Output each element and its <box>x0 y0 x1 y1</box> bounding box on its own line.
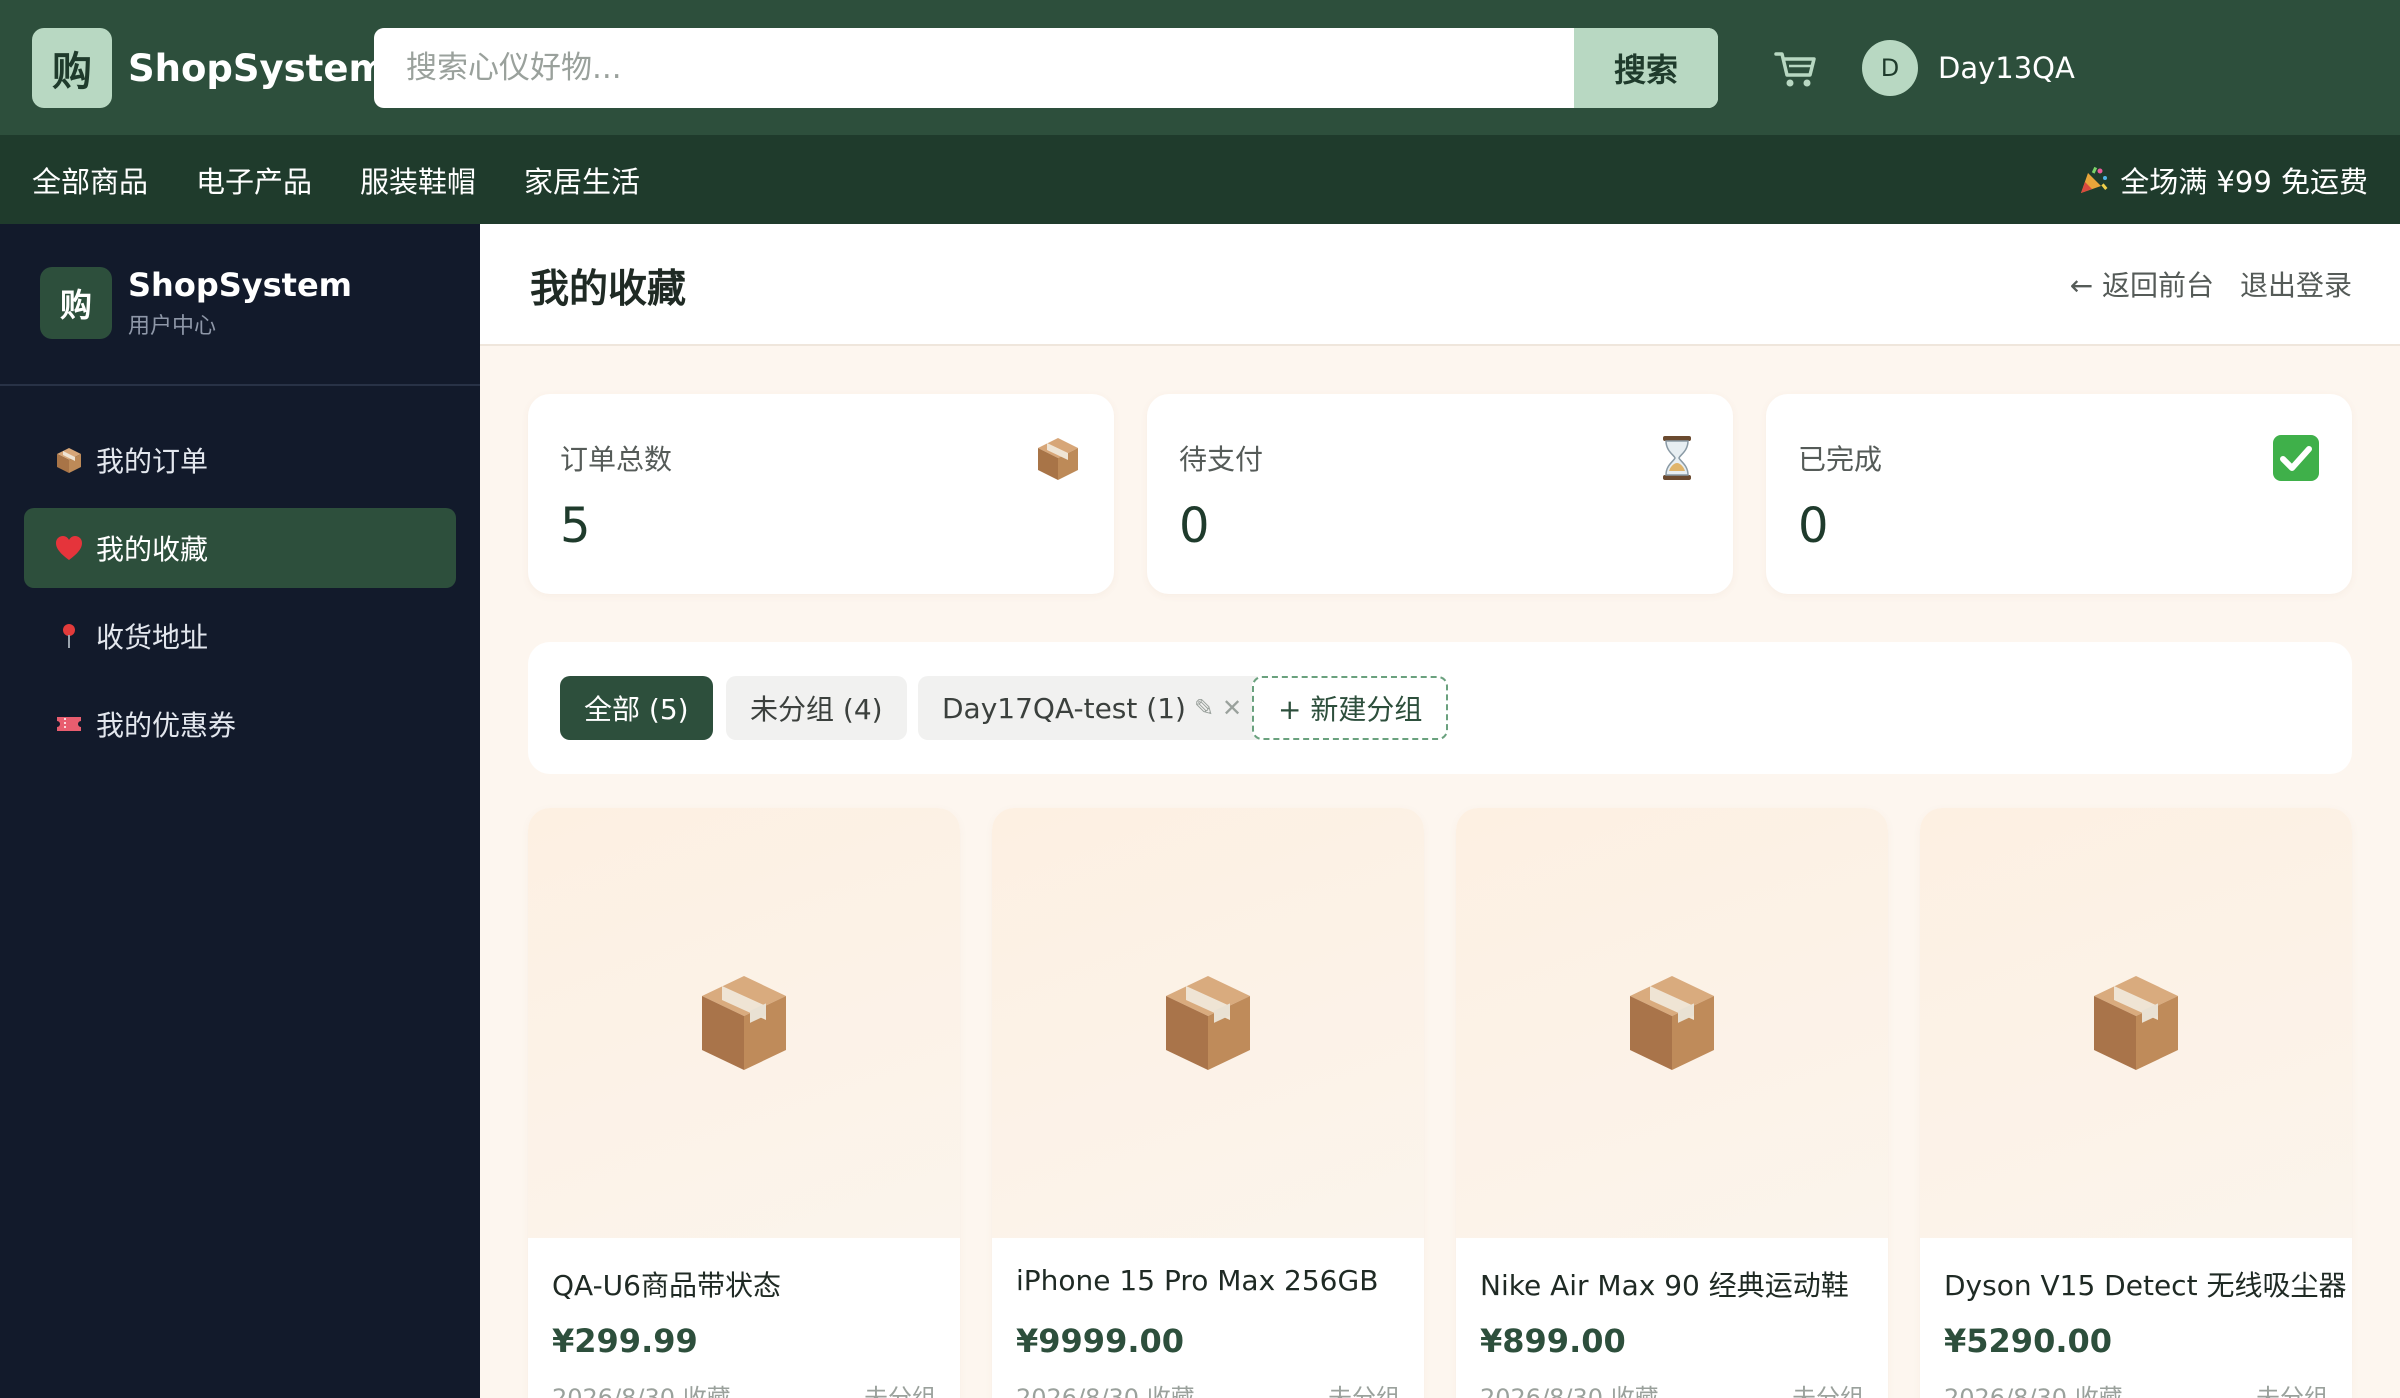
filter-chip-ungrouped[interactable]: 未分组 (4) <box>726 676 907 740</box>
new-group-button[interactable]: + 新建分组 <box>1252 676 1449 740</box>
stat-value: 0 <box>1798 498 1829 554</box>
stat-label: 订单总数 <box>560 443 673 476</box>
edit-icon[interactable]: ✎ <box>1194 694 1214 722</box>
sidebar-brand: 购 ShopSystem 用户中心 <box>40 266 352 340</box>
package-icon <box>1038 438 1078 480</box>
nav-apparel[interactable]: 服装鞋帽 <box>360 159 476 201</box>
product-price: ¥9999.00 <box>1016 1322 1185 1360</box>
sidebar-subtitle: 用户中心 <box>128 314 217 340</box>
sidebar-item-addresses[interactable]: 收货地址 <box>24 596 456 676</box>
close-icon[interactable]: ✕ <box>1222 694 1242 722</box>
stat-label: 待支付 <box>1179 443 1264 476</box>
promo-text: 全场满 ¥99 免运费 <box>2120 164 2368 199</box>
sidebar-item-label: 收货地址 <box>96 621 209 654</box>
product-image[interactable] <box>528 808 960 1238</box>
product-group-label[interactable]: 未分组 <box>1328 1378 1400 1398</box>
product-price: ¥899.00 <box>1480 1322 1626 1360</box>
product-name[interactable]: Dyson V15 Detect 无线吸尘器 <box>1944 1264 2346 1304</box>
package-icon <box>1166 976 1250 1070</box>
sidebar-item-label: 我的优惠券 <box>96 709 237 742</box>
search-button[interactable]: 搜索 <box>1574 28 1718 108</box>
sidebar-item-favorites[interactable]: 我的收藏 <box>24 508 456 588</box>
product-group-label[interactable]: 未分组 <box>2256 1378 2328 1398</box>
stat-card-completed: 已完成 0 <box>1766 394 2352 594</box>
package-icon <box>57 448 81 473</box>
sidebar-title: ShopSystem <box>128 266 353 304</box>
sidebar: 购 ShopSystem 用户中心 我的订单 我的收藏 收货地址 我的优惠券 <box>0 224 480 1398</box>
stat-value: 5 <box>560 498 591 554</box>
product-image[interactable] <box>1920 808 2352 1238</box>
search-input[interactable] <box>374 28 1574 108</box>
product-card[interactable]: iPhone 15 Pro Max 256GB ¥9999.00 2026/8/… <box>992 808 1424 1398</box>
nav-all-products[interactable]: 全部商品 <box>32 159 148 201</box>
product-image[interactable] <box>1456 808 1888 1238</box>
promo-banner: 全场满 ¥99 免运费 <box>2078 135 2368 224</box>
product-image[interactable] <box>992 808 1424 1238</box>
favorited-date: 2026/8/30 收藏 <box>1944 1384 2123 1398</box>
heart-icon <box>56 536 82 560</box>
brand-logo: 购 <box>32 28 112 108</box>
product-name[interactable]: QA-U6商品带状态 <box>552 1264 781 1304</box>
stat-label: 已完成 <box>1798 443 1883 476</box>
product-card[interactable]: Dyson V15 Detect 无线吸尘器 ¥5290.00 2026/8/3… <box>1920 808 2352 1398</box>
product-price: ¥5290.00 <box>1944 1322 2113 1360</box>
sidebar-logo: 购 <box>40 267 112 340</box>
group-chip-label: Day17QA-test (1) <box>942 691 1186 725</box>
sidebar-item-orders[interactable]: 我的订单 <box>24 420 456 500</box>
sidebar-item-label: 我的订单 <box>96 445 209 478</box>
category-nav: 全部商品 电子产品 服装鞋帽 家居生活 全场满 ¥99 免运费 <box>0 135 2400 224</box>
stat-value: 0 <box>1179 498 1210 554</box>
page-title: 我的收藏 <box>530 267 687 312</box>
back-to-store-link[interactable]: ← 返回前台 <box>2070 264 2214 304</box>
nav-electronics[interactable]: 电子产品 <box>196 159 312 201</box>
user-menu[interactable]: D Day13QA <box>1862 40 2075 96</box>
package-icon <box>2094 976 2178 1070</box>
pin-icon <box>63 624 75 648</box>
user-name: Day13QA <box>1938 51 2075 85</box>
favorited-date: 2026/8/30 收藏 <box>552 1384 731 1398</box>
favorites-group-filter: 全部 (5) 未分组 (4) Day17QA-test (1) ✎ ✕ + 新建… <box>528 642 2352 774</box>
page-header: 我的收藏 ← 返回前台 退出登录 <box>480 224 2400 346</box>
filter-chip-all[interactable]: 全部 (5) <box>560 676 713 740</box>
product-group-label[interactable]: 未分组 <box>864 1378 936 1398</box>
hourglass-icon <box>1663 436 1691 480</box>
stat-card-pending-payment: 待支付 0 <box>1147 394 1733 594</box>
product-price: ¥299.99 <box>552 1322 698 1360</box>
sidebar-divider <box>0 384 480 386</box>
filter-chip-group[interactable]: Day17QA-test (1) ✎ ✕ <box>918 676 1267 740</box>
cart-icon[interactable] <box>1770 42 1822 94</box>
sidebar-menu: 我的订单 我的收藏 收货地址 我的优惠券 <box>24 420 456 772</box>
party-popper-icon <box>2081 166 2108 193</box>
top-header: 购 ShopSystem 搜索 D Day13QA <box>0 0 2400 135</box>
product-name[interactable]: iPhone 15 Pro Max 256GB <box>1016 1264 1378 1297</box>
favorited-date: 2026/8/30 收藏 <box>1016 1384 1195 1398</box>
package-icon <box>1630 976 1714 1070</box>
check-icon <box>2273 435 2319 481</box>
logout-link[interactable]: 退出登录 <box>2240 264 2352 304</box>
product-card[interactable]: Nike Air Max 90 经典运动鞋 ¥899.00 2026/8/30 … <box>1456 808 1888 1398</box>
brand[interactable]: 购 ShopSystem <box>32 28 387 108</box>
nav-home-living[interactable]: 家居生活 <box>524 159 640 201</box>
search-bar: 搜索 <box>374 28 1718 108</box>
ticket-icon <box>57 717 81 731</box>
product-card[interactable]: QA-U6商品带状态 ¥299.99 2026/8/30 收藏 未分组 <box>528 808 960 1398</box>
sidebar-item-coupons[interactable]: 我的优惠券 <box>24 684 456 764</box>
stat-card-total-orders: 订单总数 5 <box>528 394 1114 594</box>
package-icon <box>702 976 786 1070</box>
product-group-label[interactable]: 未分组 <box>1792 1378 1864 1398</box>
sidebar-item-label: 我的收藏 <box>96 533 209 566</box>
avatar: D <box>1862 40 1918 96</box>
product-name[interactable]: Nike Air Max 90 经典运动鞋 <box>1480 1264 1849 1304</box>
brand-name: ShopSystem <box>128 46 388 90</box>
favorited-date: 2026/8/30 收藏 <box>1480 1384 1659 1398</box>
